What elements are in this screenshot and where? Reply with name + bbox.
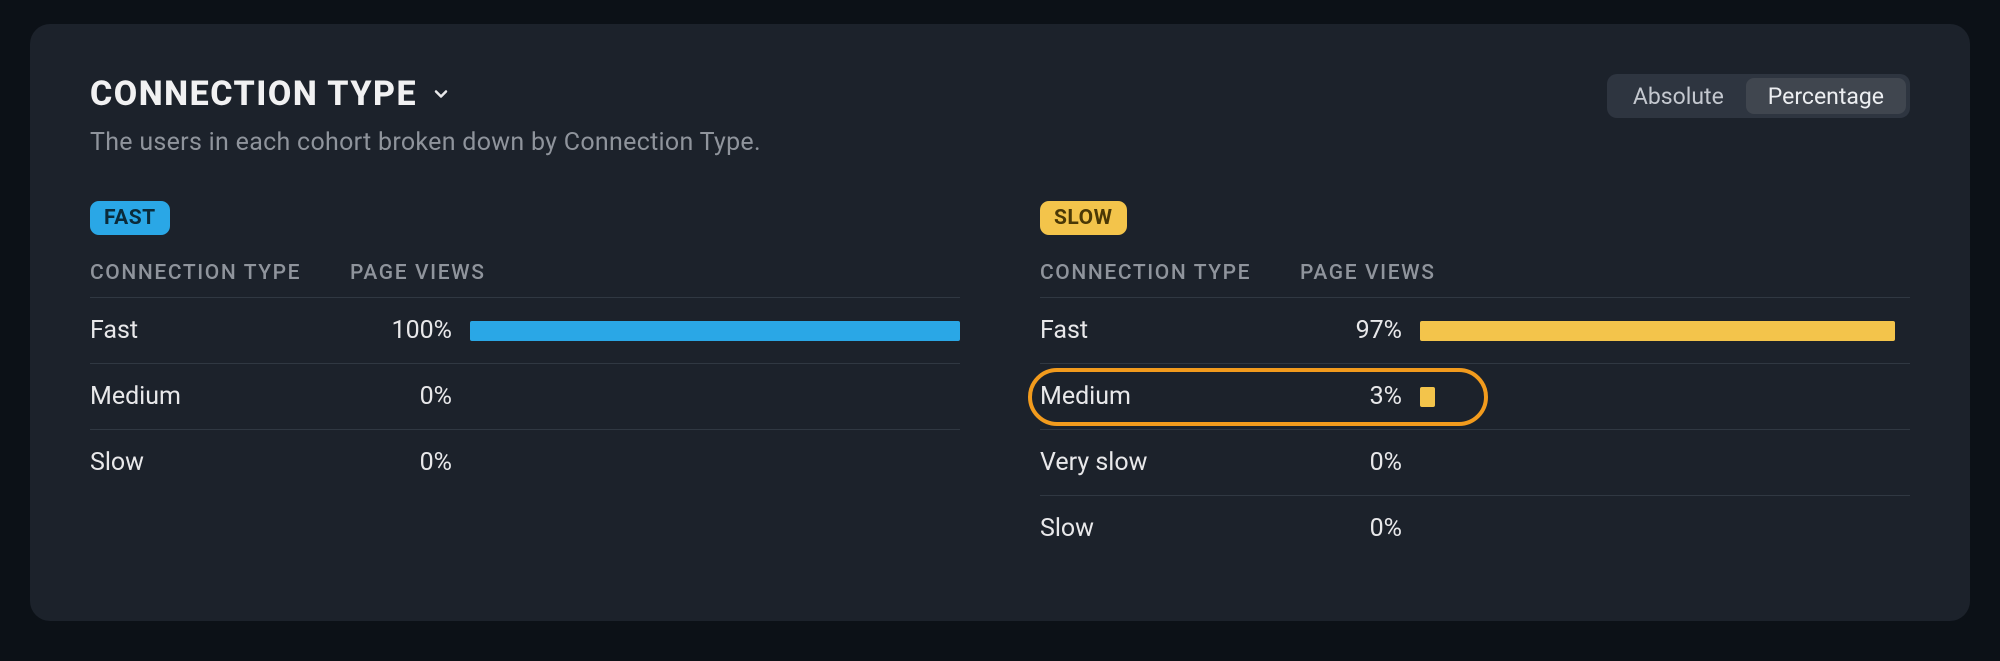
panel-header: CONNECTION TYPE The users in each cohort… (90, 74, 1910, 157)
table-row[interactable]: Very slow0% (1040, 429, 1910, 495)
row-label: Medium (1040, 382, 1300, 411)
row-label: Medium (90, 382, 350, 411)
row-percent: 0% (350, 448, 470, 477)
row-label: Slow (1040, 514, 1300, 543)
panel-subtitle: The users in each cohort broken down by … (90, 128, 761, 157)
col-header-connection-type: CONNECTION TYPE (90, 261, 350, 285)
toggle-percentage[interactable]: Percentage (1746, 78, 1906, 114)
connection-type-panel: CONNECTION TYPE The users in each cohort… (30, 24, 1970, 621)
toggle-absolute[interactable]: Absolute (1611, 78, 1746, 114)
row-percent: 0% (1300, 448, 1420, 477)
cohort-badge-slow: SLOW (1040, 201, 1127, 235)
table-header: CONNECTION TYPEPAGE VIEWS (90, 261, 960, 297)
row-bar-fill (1420, 387, 1435, 407)
table-row[interactable]: Fast97% (1040, 297, 1910, 363)
col-header-page-views: PAGE VIEWS (1300, 261, 1910, 285)
row-bar-track (470, 387, 960, 407)
table-row[interactable]: Slow0% (1040, 495, 1910, 561)
row-bar-track (1420, 453, 1910, 473)
row-label: Fast (90, 316, 350, 345)
row-bar-track (470, 453, 960, 473)
table-header: CONNECTION TYPEPAGE VIEWS (1040, 261, 1910, 297)
row-bar-track (1420, 387, 1910, 407)
table-row[interactable]: Fast100% (90, 297, 960, 363)
table-row[interactable]: Medium0% (90, 363, 960, 429)
display-mode-toggle: AbsolutePercentage (1607, 74, 1910, 118)
row-percent: 0% (1300, 514, 1420, 543)
col-header-connection-type: CONNECTION TYPE (1040, 261, 1300, 285)
row-percent: 0% (350, 382, 470, 411)
row-bar-track (1420, 519, 1910, 539)
row-bar-track (470, 321, 960, 341)
cohort-slow: SLOWCONNECTION TYPEPAGE VIEWSFast97%Medi… (1040, 201, 1910, 561)
chevron-down-icon (431, 84, 451, 104)
row-label: Very slow (1040, 448, 1300, 477)
table-row[interactable]: Slow0% (90, 429, 960, 495)
row-bar-fill (1420, 321, 1895, 341)
row-label: Slow (90, 448, 350, 477)
table-row[interactable]: Medium3% (1040, 363, 1910, 429)
panel-title: CONNECTION TYPE (90, 74, 417, 114)
cohort-fast: FASTCONNECTION TYPEPAGE VIEWSFast100%Med… (90, 201, 960, 561)
row-percent: 97% (1300, 316, 1420, 345)
row-percent: 100% (350, 316, 470, 345)
row-bar-track (1420, 321, 1910, 341)
col-header-page-views: PAGE VIEWS (350, 261, 960, 285)
row-label: Fast (1040, 316, 1300, 345)
cohort-badge-fast: FAST (90, 201, 170, 235)
row-percent: 3% (1300, 382, 1420, 411)
panel-title-dropdown[interactable]: CONNECTION TYPE (90, 74, 761, 114)
row-bar-fill (470, 321, 960, 341)
